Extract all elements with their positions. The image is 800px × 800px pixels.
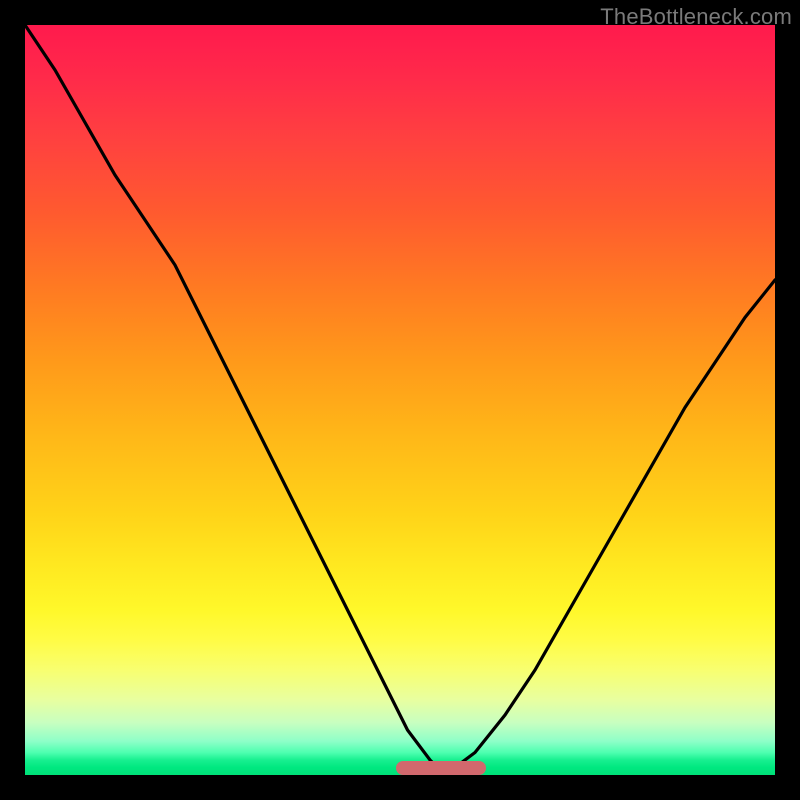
optimum-marker bbox=[396, 761, 486, 775]
watermark-text: TheBottleneck.com bbox=[600, 4, 792, 30]
curve-svg bbox=[25, 25, 775, 775]
plot-area bbox=[25, 25, 775, 775]
bottleneck-curve bbox=[25, 25, 775, 775]
chart-container: TheBottleneck.com bbox=[0, 0, 800, 800]
